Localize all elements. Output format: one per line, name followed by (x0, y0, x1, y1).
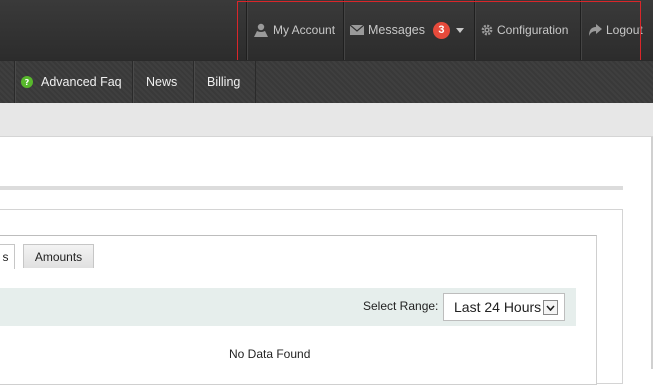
section-divider (0, 186, 623, 190)
tab-amounts[interactable]: Amounts (23, 244, 94, 268)
no-data-message: No Data Found (229, 347, 311, 361)
range-select-value: Last 24 Hours (454, 299, 542, 315)
share-arrow-icon (589, 24, 602, 36)
main-nav: ? Advanced Faq News Billing (0, 60, 653, 103)
my-account-link[interactable]: My Account (246, 0, 343, 60)
messages-link[interactable]: Messages 3 (343, 0, 474, 60)
user-icon (253, 23, 269, 37)
chevron-down-icon (543, 300, 558, 315)
nav-billing-label: Billing (207, 75, 241, 89)
messages-count-badge: 3 (432, 21, 450, 39)
gear-icon (481, 24, 493, 36)
nav-news[interactable]: News (132, 61, 193, 103)
top-header: My Account Messages 3 Configuration Logo… (0, 0, 653, 60)
help-circle-icon: ? (21, 76, 33, 88)
nav-billing[interactable]: Billing (193, 61, 256, 103)
svg-text:?: ? (25, 78, 30, 87)
range-select[interactable]: Last 24 Hours (443, 293, 565, 321)
tab-amounts-label: Amounts (34, 249, 83, 264)
configuration-label: Configuration (497, 23, 569, 37)
subheader-strip (0, 103, 653, 137)
nav-advanced-faq[interactable]: ? Advanced Faq (14, 61, 132, 103)
envelope-icon (350, 25, 364, 35)
account-nav: My Account Messages 3 Configuration Logo… (246, 0, 650, 60)
my-account-label: My Account (273, 23, 336, 37)
tab-previous[interactable]: s (0, 244, 15, 269)
configuration-link[interactable]: Configuration (474, 0, 580, 60)
nav-advanced-faq-label: Advanced Faq (41, 75, 122, 89)
tab-previous-label: s (2, 250, 9, 264)
logout-label: Logout (606, 23, 643, 37)
messages-label: Messages (368, 23, 425, 37)
nav-news-label: News (146, 75, 178, 89)
select-range-label: Select Range: (363, 299, 439, 313)
logout-link[interactable]: Logout (580, 0, 650, 60)
chevron-down-icon (455, 27, 464, 33)
